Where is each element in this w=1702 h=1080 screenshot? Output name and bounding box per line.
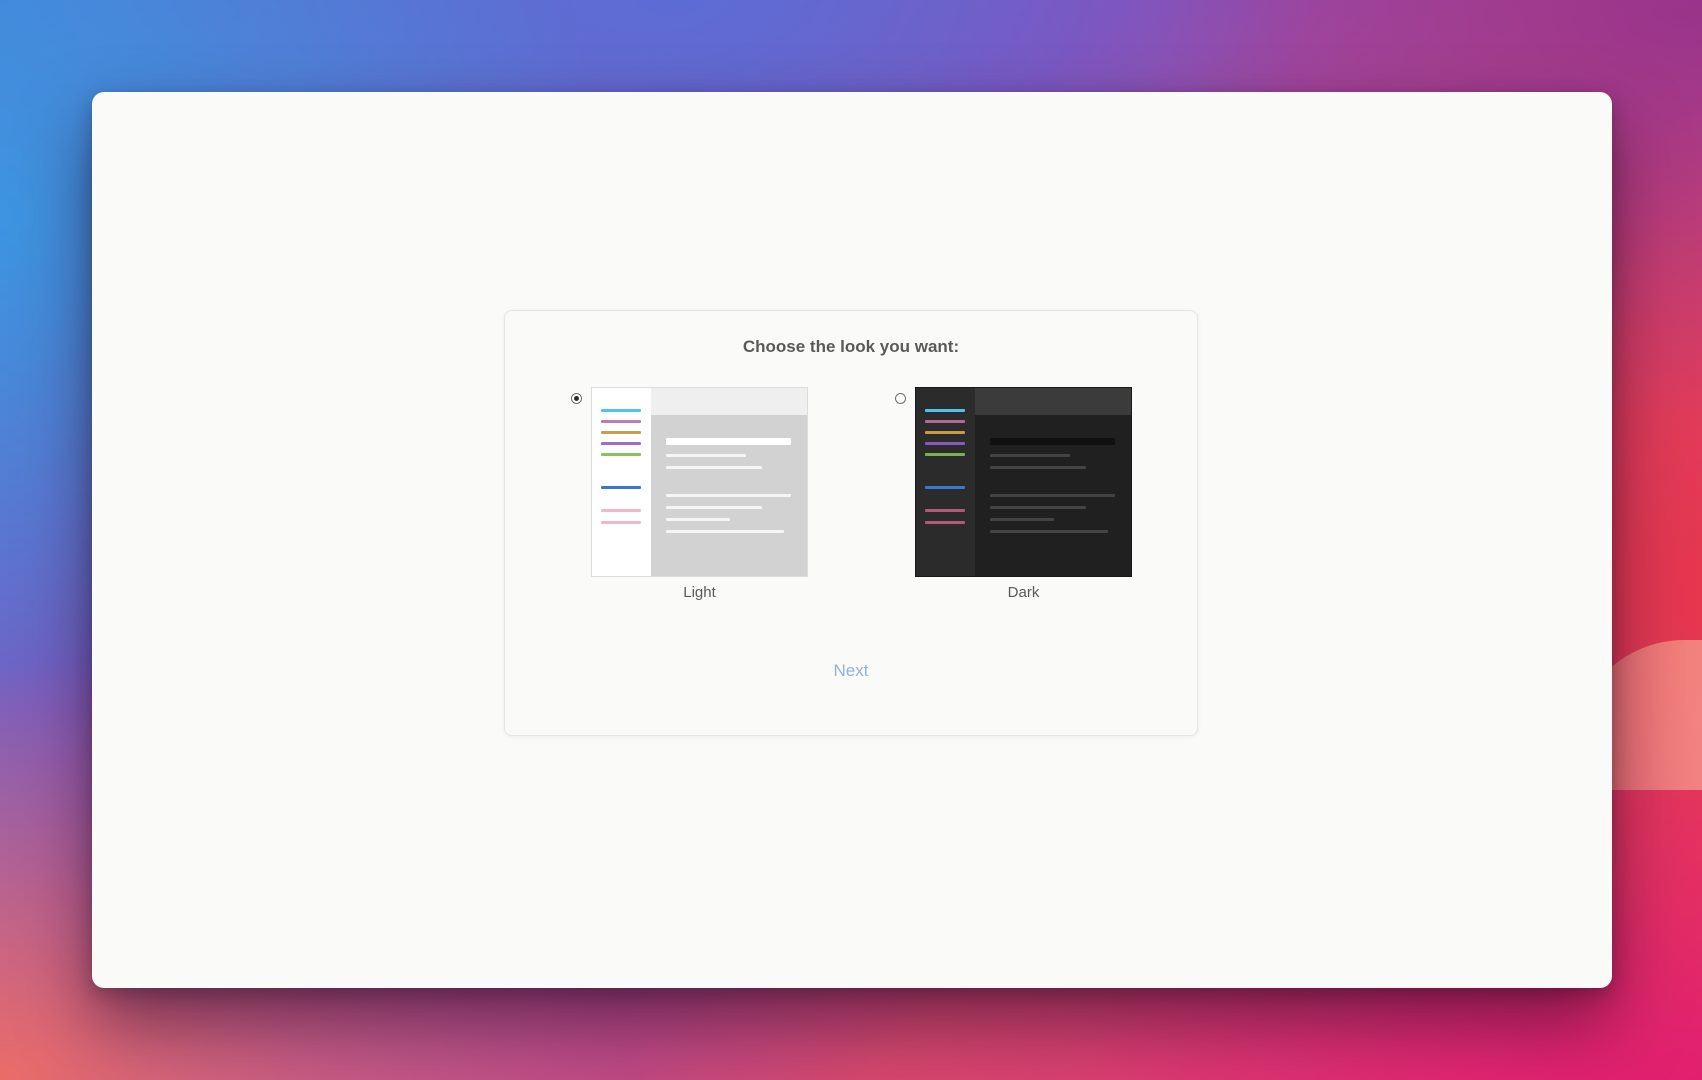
preview-sidebar — [916, 388, 975, 576]
theme-option-dark[interactable]: Dark — [895, 387, 1135, 607]
dark-radio-button[interactable] — [895, 393, 906, 404]
preview-line — [666, 494, 791, 497]
preview-line — [601, 420, 641, 423]
preview-line — [666, 530, 784, 533]
desktop-wallpaper: Choose the look you want: Light Dark Nex… — [0, 0, 1702, 1080]
preview-line — [925, 486, 965, 489]
next-button[interactable]: Next — [505, 661, 1197, 681]
preview-line — [990, 506, 1086, 509]
preview-line — [601, 409, 641, 412]
preview-line — [925, 420, 965, 423]
theme-chooser-dialog: Choose the look you want: Light Dark Nex… — [504, 310, 1198, 736]
preview-line — [990, 454, 1070, 457]
preview-line — [925, 431, 965, 434]
preview-line — [666, 518, 730, 521]
preview-line — [990, 494, 1115, 497]
dark-theme-preview-image[interactable] — [915, 387, 1132, 577]
preview-line — [601, 431, 641, 434]
preview-line — [601, 453, 641, 456]
preview-heading-line — [990, 438, 1115, 445]
dark-option-label[interactable]: Dark — [915, 584, 1132, 601]
preview-line — [990, 518, 1054, 521]
preview-line — [990, 530, 1108, 533]
preview-line — [666, 454, 746, 457]
preview-heading-line — [666, 438, 791, 445]
light-option-label[interactable]: Light — [591, 584, 808, 601]
preview-line — [925, 509, 965, 512]
theme-option-light[interactable]: Light — [571, 387, 811, 607]
preview-topbar — [975, 388, 1131, 415]
preview-sidebar — [592, 388, 651, 576]
preview-line — [601, 521, 641, 524]
preview-line — [601, 442, 641, 445]
preview-line — [990, 466, 1086, 469]
preview-line — [666, 506, 762, 509]
preview-line — [925, 453, 965, 456]
preview-line — [925, 442, 965, 445]
light-radio-button[interactable] — [571, 393, 582, 404]
app-window: Choose the look you want: Light Dark Nex… — [92, 92, 1612, 988]
preview-line — [666, 466, 762, 469]
preview-line — [925, 521, 965, 524]
preview-line — [601, 509, 641, 512]
light-theme-preview-image[interactable] — [591, 387, 808, 577]
preview-line — [601, 486, 641, 489]
preview-line — [925, 409, 965, 412]
dialog-title: Choose the look you want: — [742, 337, 960, 356]
preview-topbar — [651, 388, 807, 415]
